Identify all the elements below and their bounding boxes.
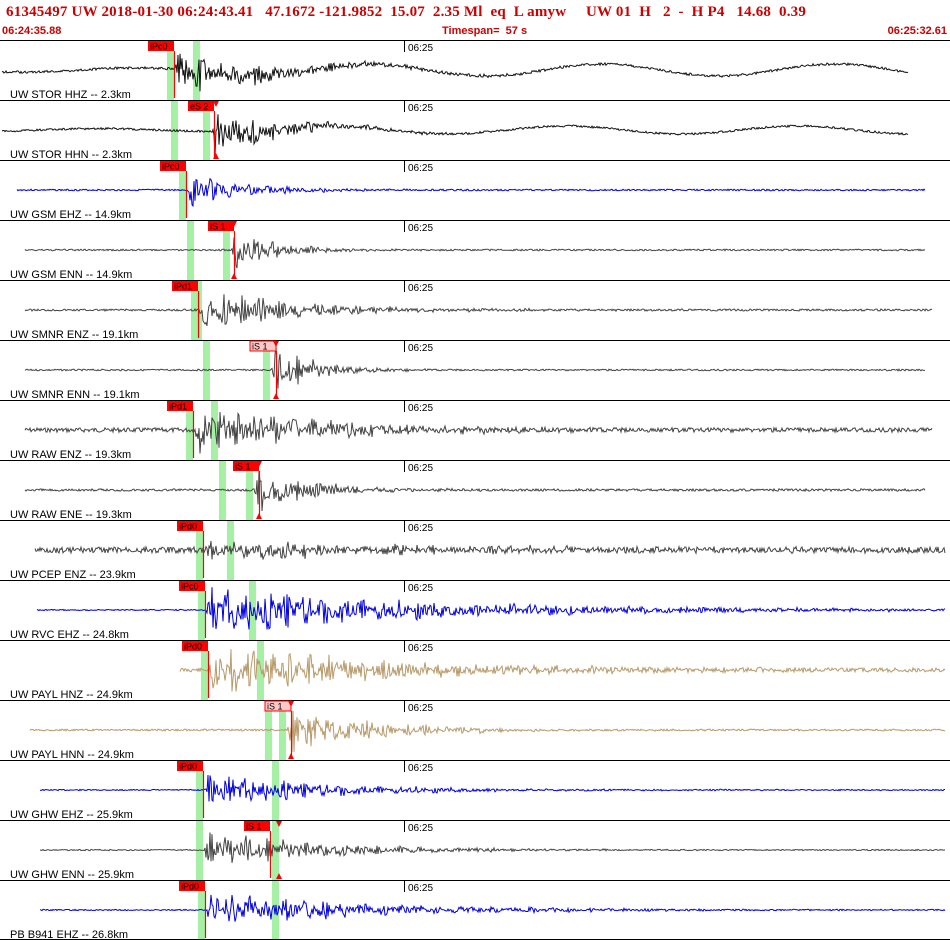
pick-label: iPd0: [179, 762, 197, 772]
channel-label: PB B941 EHZ -- 26.8km: [10, 929, 128, 940]
pick-label: iS 1: [246, 822, 262, 832]
channel-label: UW SMNR ENN -- 19.1km: [10, 389, 140, 401]
trace-canvas[interactable]: 06:25 iPc0 UW STOR HHZ -- 2.3km 06:25 eS 2 UW…: [0, 40, 950, 940]
pick-label: iS 1: [210, 222, 226, 232]
channel-row[interactable]: 06:25 iS 1 UW RAW ENE -- 19.3km: [0, 460, 950, 522]
pick-label: iS 1: [235, 462, 251, 472]
pick-label: iPc0: [162, 162, 180, 172]
waveform: [39, 774, 945, 803]
pick-label: iPd1: [174, 282, 192, 292]
pick-triangle-bottom: [273, 393, 279, 399]
channel-row[interactable]: 06:25 iPd0 PB B941 EHZ -- 26.8km: [0, 880, 950, 940]
waveform: [16, 177, 926, 208]
event-header: 61345497 UW 2018-01-30 06:24:43.41 47.16…: [0, 0, 950, 40]
pick-label: iPd0: [181, 882, 199, 892]
channel-row[interactable]: 06:25 iS 1 UW GHW ENN -- 25.9km: [0, 820, 950, 882]
waveform: [24, 344, 926, 389]
time-tick-label: 06:25: [408, 103, 433, 114]
time-tick-label: 06:25: [408, 703, 433, 714]
waveform: [24, 237, 926, 269]
channel-label: UW STOR HHN -- 2.3km: [10, 149, 132, 161]
channel-row[interactable]: 06:25 iPd0 UW PAYL HNZ -- 24.9km: [0, 640, 950, 702]
waveform: [29, 710, 946, 753]
time-tick-label: 06:25: [408, 523, 433, 534]
pick-label: iS 1: [252, 342, 268, 352]
waveform: [24, 470, 926, 512]
end-time: 06:25:32.61: [887, 25, 947, 37]
s-guide-band: [211, 400, 218, 460]
pick-label: eS 2: [190, 102, 209, 112]
waveform: [39, 832, 946, 863]
time-tick-label: 06:25: [408, 223, 433, 234]
channel-label: UW PAYL HNZ -- 24.9km: [10, 689, 133, 701]
channel-row[interactable]: 06:25 iPc0 UW GSM EHZ -- 14.9km: [0, 160, 950, 222]
pick-label: iPc0: [181, 582, 199, 592]
time-tick-label: 06:25: [408, 343, 433, 354]
time-tick-label: 06:25: [408, 43, 433, 54]
channel-label: UW SMNR ENZ -- 19.1km: [10, 329, 138, 341]
waveform: [24, 411, 933, 454]
channel-row[interactable]: 06:25 iS 1 UW SMNR ENN -- 19.1km: [0, 340, 950, 402]
channel-row[interactable]: 06:25 eS 2 UW STOR HHN -- 2.3km: [0, 100, 950, 162]
channel-row[interactable]: 06:25 iS 1 UW GSM ENN -- 14.9km: [0, 220, 950, 282]
time-tick-label: 06:25: [408, 883, 433, 894]
waveform: [24, 294, 933, 326]
channel-label: UW STOR HHZ -- 2.3km: [10, 89, 131, 101]
channel-label: UW PCEP ENZ -- 23.9km: [10, 569, 136, 581]
channel-row[interactable]: 06:25 iPd1 UW RAW ENZ -- 19.3km: [0, 400, 950, 462]
waveform: [36, 587, 946, 630]
time-tick-label: 06:25: [408, 823, 433, 834]
channel-label: UW PAYL HNN -- 24.9km: [10, 749, 134, 761]
waveform: [1, 53, 909, 92]
channel-row[interactable]: 06:25 iPc0 UW RVC EHZ -- 24.8km: [0, 580, 950, 642]
time-tick-label: 06:25: [408, 763, 433, 774]
pick-label: iPd0: [179, 522, 197, 532]
time-tick-label: 06:25: [408, 283, 433, 294]
channel-label: UW GSM EHZ -- 14.9km: [10, 209, 131, 221]
waveform: [34, 540, 946, 560]
pick-label: iPc0: [150, 42, 168, 52]
timespan: Timespan= 57 s: [442, 25, 528, 37]
channel-label: UW GSM ENN -- 14.9km: [10, 269, 132, 281]
pick-label: iS 1: [267, 702, 283, 712]
time-tick-label: 06:25: [408, 583, 433, 594]
channel-row[interactable]: 06:25 iPd0 UW GHW EHZ -- 25.9km: [0, 760, 950, 822]
event-summary: 61345497 UW 2018-01-30 06:24:43.41 47.16…: [6, 4, 807, 20]
pick-triangle-bottom: [231, 273, 237, 279]
waveform: [1, 114, 909, 155]
pick-triangle-bottom: [288, 753, 294, 759]
waveform: [39, 894, 946, 922]
pick-label: iPd0: [184, 642, 202, 652]
channel-row[interactable]: 06:25 iPc0 UW STOR HHZ -- 2.3km: [0, 40, 950, 102]
channel-label: UW RAW ENE -- 19.3km: [10, 509, 132, 521]
channel-row[interactable]: 06:25 iS 1 UW PAYL HNN -- 24.9km: [0, 700, 950, 762]
start-time: 06:24:35.88: [2, 25, 62, 37]
time-tick-label: 06:25: [408, 403, 433, 414]
channel-label: UW RVC EHZ -- 24.8km: [10, 629, 129, 641]
seismogram-panel[interactable]: 06:25 iPc0 UW STOR HHZ -- 2.3km 06:25 eS 2 UW…: [0, 40, 950, 940]
channel-label: UW GHW ENN -- 25.9km: [10, 869, 134, 881]
time-tick-label: 06:25: [408, 643, 433, 654]
channel-row[interactable]: 06:25 iPd1 UW SMNR ENZ -- 19.1km: [0, 280, 950, 342]
pick-label: iPd1: [169, 402, 187, 412]
channel-row[interactable]: 06:25 iPd0 UW PCEP ENZ -- 23.9km: [0, 520, 950, 582]
time-tick-label: 06:25: [408, 163, 433, 174]
time-tick-label: 06:25: [408, 463, 433, 474]
channel-label: UW RAW ENZ -- 19.3km: [10, 449, 131, 461]
waveform: [179, 649, 946, 692]
pick-triangle-bottom: [256, 513, 262, 519]
channel-label: UW GHW EHZ -- 25.9km: [10, 809, 133, 821]
